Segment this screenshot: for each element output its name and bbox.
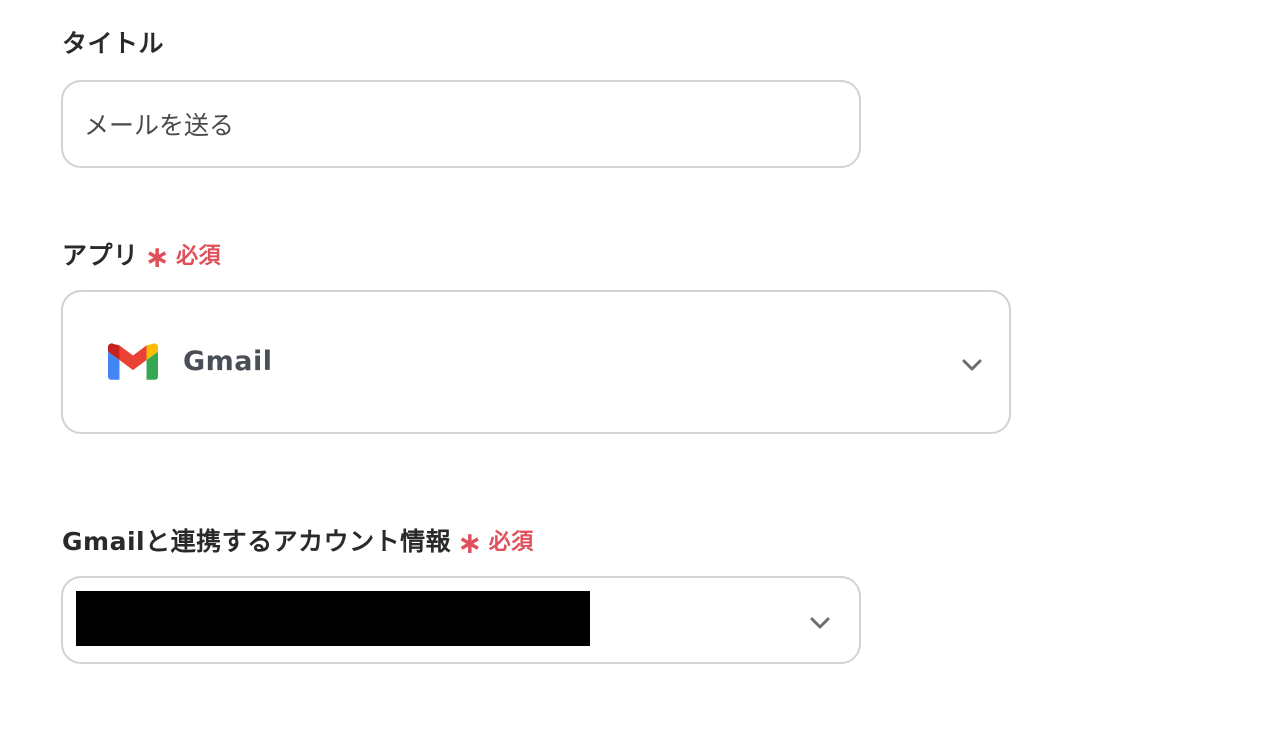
gmail-logo-icon (108, 343, 158, 380)
form-page: タイトル メールを送る アプリ ∗ 必須 Gmail Gmailと連携するアカウ… (0, 0, 1266, 737)
title-input[interactable]: メールを送る (61, 80, 861, 168)
selected-app-name: Gmail (183, 346, 273, 377)
account-label-text: Gmailと連携するアカウント情報 (62, 527, 452, 556)
required-text: 必須 (488, 530, 534, 555)
app-label-text: アプリ (62, 241, 139, 270)
required-badge: ∗ 必須 (144, 238, 222, 275)
app-label: アプリ ∗ 必須 (62, 236, 222, 275)
title-input-value: メールを送る (84, 111, 235, 140)
required-asterisk-icon: ∗ (457, 526, 483, 561)
required-text: 必須 (176, 244, 222, 269)
chevron-down-icon[interactable] (809, 616, 831, 630)
redacted-account-value (76, 591, 590, 646)
account-label: Gmailと連携するアカウント情報 ∗ 必須 (62, 522, 534, 561)
title-label: タイトル (62, 24, 164, 60)
account-select[interactable] (61, 576, 861, 664)
app-select[interactable]: Gmail (61, 290, 1011, 434)
title-label-text: タイトル (62, 29, 165, 58)
chevron-down-icon[interactable] (961, 358, 983, 372)
required-badge: ∗ 必須 (457, 524, 534, 561)
required-asterisk-icon: ∗ (144, 240, 171, 275)
